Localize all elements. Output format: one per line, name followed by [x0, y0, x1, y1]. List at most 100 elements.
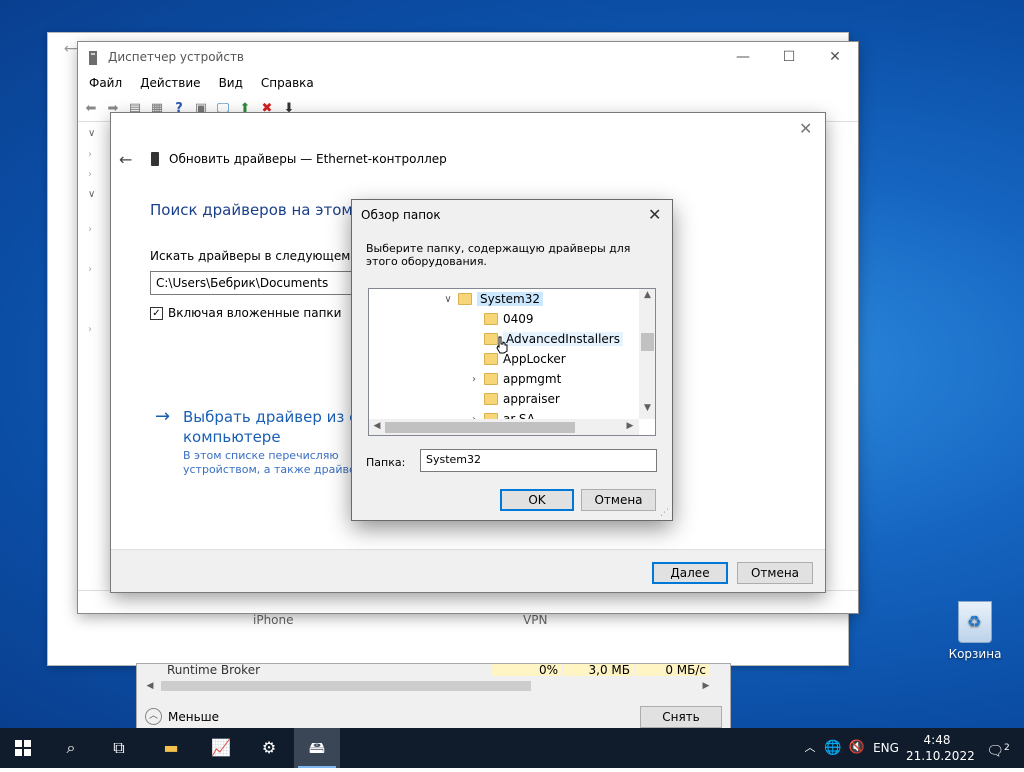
- close-icon[interactable]: ✕: [812, 42, 858, 73]
- recycle-bin-icon: ♻: [958, 601, 992, 643]
- folder-icon: [484, 313, 498, 325]
- tree-node-label: appraiser: [503, 392, 560, 406]
- scroll-left-icon[interactable]: ◀: [143, 678, 157, 694]
- task-manager-icon[interactable]: 📈: [198, 728, 244, 768]
- show-hidden-icons-icon[interactable]: ︿: [800, 728, 820, 768]
- file-explorer-icon[interactable]: ▬: [148, 728, 194, 768]
- dialog-description: Выберите папку, содержащую драйверы для …: [366, 242, 631, 268]
- tree-node-label: 0409: [503, 312, 534, 326]
- search-icon[interactable]: ⌕: [48, 728, 94, 768]
- scroll-left-icon[interactable]: ◀: [370, 421, 384, 431]
- tree-expand-icon[interactable]: ›: [88, 224, 92, 235]
- settings-icon[interactable]: ⚙: [246, 728, 292, 768]
- cancel-button[interactable]: Отмена: [581, 489, 656, 511]
- search-location-label: Искать драйверы в следующем мест: [150, 249, 385, 263]
- clock-time: 4:48: [923, 733, 951, 747]
- task-view-icon[interactable]: ⧉: [96, 728, 142, 768]
- device-manager-icon: [89, 51, 97, 65]
- notifications-icon[interactable]: 🗨2: [978, 728, 1018, 768]
- taskbar: ⌕ ⧉ ▬ 📈 ⚙ 🖴 ︿ 🌐 🔇 ENG 4:48 21.10.2022 🗨2: [0, 728, 1024, 768]
- minimize-icon[interactable]: —: [720, 42, 766, 73]
- scroll-down-icon[interactable]: ▼: [639, 403, 655, 413]
- scroll-up-icon[interactable]: ▲: [639, 290, 655, 300]
- tree-node-0409[interactable]: 0409: [469, 309, 534, 329]
- menu-bar: Файл Действие Вид Справка: [78, 73, 858, 95]
- menu-view[interactable]: Вид: [208, 73, 250, 95]
- resize-grip-icon[interactable]: ⋰: [660, 508, 669, 518]
- clock-date: 21.10.2022: [906, 749, 975, 763]
- tree-expand-icon[interactable]: ›: [88, 169, 92, 180]
- tree-node-appraiser[interactable]: appraiser: [469, 389, 560, 409]
- ethernet-device-icon: [151, 152, 159, 166]
- checkbox-checked-icon[interactable]: ✓: [150, 306, 163, 320]
- include-subfolders-label: Включая вложенные папки: [168, 306, 342, 320]
- back-arrow-icon[interactable]: ←: [119, 150, 132, 169]
- next-button[interactable]: Далее: [652, 562, 728, 584]
- tree-expand-icon[interactable]: ›: [88, 324, 92, 335]
- fewer-details-toggle[interactable]: ︿ Меньше: [145, 708, 219, 725]
- desktop: ⟵ iPhone VPN Runtime Broker 0% 3,0 МБ 0 …: [0, 0, 1024, 728]
- maximize-icon[interactable]: ☐: [766, 42, 812, 73]
- menu-action[interactable]: Действие: [129, 73, 207, 95]
- tree-expand-icon[interactable]: ›: [88, 149, 92, 160]
- clock[interactable]: 4:48 21.10.2022: [906, 732, 975, 764]
- horizontal-scrollbar[interactable]: ◀ ▶: [369, 419, 639, 435]
- recycle-bin-label: Корзина: [948, 647, 1002, 661]
- memory-cell: 3,0 МБ: [564, 664, 634, 676]
- folder-input[interactable]: System32: [420, 449, 657, 472]
- recycle-bin[interactable]: ♻ Корзина: [946, 601, 1004, 661]
- horizontal-scrollbar[interactable]: ◀ ▶: [143, 678, 713, 694]
- input-language[interactable]: ENG: [870, 728, 902, 768]
- folder-tree[interactable]: ∨ System32 0409 AdvancedInstallers AppLo…: [368, 288, 656, 436]
- browse-folders-dialog: Обзор папок ✕ Выберите папку, содержащую…: [352, 200, 672, 520]
- dialog-header: Обновить драйверы — Ethernet-контроллер: [169, 152, 447, 166]
- process-name: Runtime Broker: [167, 664, 261, 676]
- scroll-thumb[interactable]: [641, 333, 654, 351]
- cancel-button[interactable]: Отмена: [737, 562, 813, 584]
- tree-node-appmgmt[interactable]: › appmgmt: [469, 369, 561, 389]
- close-icon[interactable]: ✕: [799, 119, 812, 138]
- volume-muted-icon[interactable]: 🔇: [846, 728, 868, 768]
- folder-icon: [484, 353, 498, 365]
- tree-node-applocker[interactable]: AppLocker: [469, 349, 566, 369]
- arrow-right-icon[interactable]: →: [155, 406, 170, 427]
- table-row[interactable]: Runtime Broker 0% 3,0 МБ 0 МБ/с: [137, 664, 730, 676]
- include-subfolders-checkbox[interactable]: ✓ Включая вложенные папки: [150, 306, 341, 320]
- title-bar: Диспетчер устройств — ☐ ✕: [78, 42, 858, 73]
- folder-icon: [484, 373, 498, 385]
- tree-node-label: System32: [477, 292, 544, 306]
- notification-count: 2: [1004, 743, 1010, 753]
- back-icon[interactable]: ⬅: [82, 100, 100, 118]
- dialog-title: Обзор папок: [361, 208, 441, 222]
- menu-file[interactable]: Файл: [78, 73, 129, 95]
- dialog-footer: Далее Отмена: [111, 549, 825, 592]
- page-title: Поиск драйверов на этом ко: [150, 201, 376, 219]
- end-task-button[interactable]: Снять задачу: [640, 706, 722, 728]
- tree-collapse-icon[interactable]: ∨: [88, 189, 95, 200]
- start-button[interactable]: [0, 728, 46, 768]
- tree-collapse-icon[interactable]: ∨: [88, 128, 95, 139]
- folder-label: Папка:: [366, 456, 406, 469]
- bg-label-iphone: iPhone: [253, 613, 294, 627]
- fewer-details-label: Меньше: [168, 709, 220, 724]
- disk-cell: 0 МБ/с: [636, 664, 710, 676]
- ok-button[interactable]: OK: [500, 489, 574, 511]
- chevron-down-icon[interactable]: ∨: [443, 294, 453, 305]
- close-icon[interactable]: ✕: [648, 205, 661, 224]
- menu-help[interactable]: Справка: [250, 73, 321, 95]
- scroll-thumb[interactable]: [385, 422, 575, 433]
- windows-logo-icon: [15, 740, 31, 756]
- device-manager-taskbar-icon[interactable]: 🖴: [294, 728, 340, 768]
- hand-cursor-icon: [496, 336, 508, 354]
- status-bar: [78, 590, 858, 610]
- chevron-right-icon[interactable]: ›: [469, 374, 479, 385]
- scroll-right-icon[interactable]: ▶: [623, 421, 637, 431]
- scroll-right-icon[interactable]: ▶: [699, 678, 713, 694]
- network-icon[interactable]: 🌐: [822, 728, 844, 768]
- tree-node-advancedinstallers[interactable]: AdvancedInstallers: [469, 329, 623, 349]
- tree-node-label: appmgmt: [503, 372, 562, 386]
- tree-expand-icon[interactable]: ›: [88, 264, 92, 275]
- tree-node-system32[interactable]: ∨ System32: [443, 289, 544, 309]
- vertical-scrollbar[interactable]: ▲ ▼: [639, 289, 655, 419]
- scroll-thumb[interactable]: [161, 681, 531, 691]
